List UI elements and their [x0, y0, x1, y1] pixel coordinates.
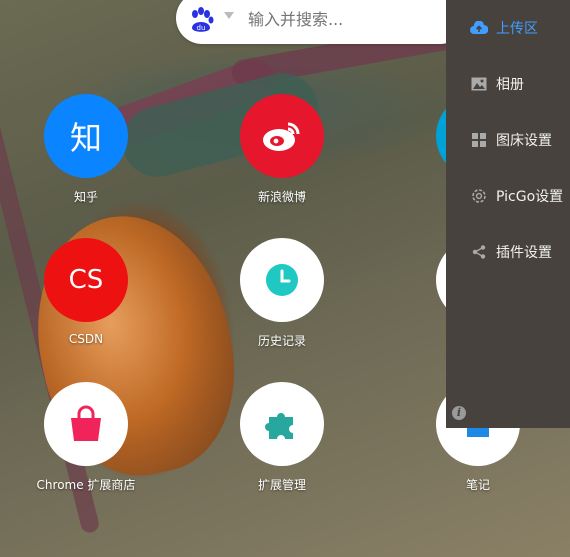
- cloud-upload-icon: [470, 19, 488, 37]
- tile-label: 新浪微博: [257, 190, 306, 204]
- menu-item-label: 图床设置: [496, 133, 552, 149]
- search-input[interactable]: [246, 6, 440, 32]
- tile-label: 历史记录: [257, 334, 306, 348]
- engine-dropdown-caret-icon[interactable]: [224, 12, 234, 19]
- picgo-menu: 上传区 相册 图床设置 PicGo设置 插件设置: [446, 0, 570, 428]
- menu-item-upload[interactable]: 上传区: [446, 0, 570, 56]
- grid-icon: [470, 131, 488, 149]
- shopping-bag-icon: [71, 405, 101, 441]
- search-bar[interactable]: du: [176, 0, 466, 44]
- svg-text:du: du: [197, 24, 206, 32]
- zhihu-glyph: 知: [69, 119, 102, 157]
- menu-item-label: 插件设置: [496, 245, 552, 261]
- chrome-store-icon[interactable]: [44, 382, 128, 466]
- menu-item-plugin-settings[interactable]: 插件设置: [446, 224, 570, 280]
- history-icon[interactable]: [240, 238, 324, 322]
- menu-item-image-host-settings[interactable]: 图床设置: [446, 112, 570, 168]
- tile-label: 知乎: [73, 190, 98, 204]
- tile-label: 扩展管理: [257, 478, 306, 492]
- shortcut-tile[interactable]: 历史记录: [207, 238, 357, 349]
- menu-item-label: 上传区: [496, 21, 538, 37]
- shortcut-tile[interactable]: 扩展管理: [207, 382, 357, 493]
- menu-item-label: 相册: [496, 77, 524, 93]
- tile-label: 笔记: [465, 478, 490, 492]
- baidu-paw-icon[interactable]: du: [188, 6, 216, 34]
- image-icon: [470, 75, 488, 93]
- tile-label: CSDN: [68, 332, 104, 346]
- shortcut-tile[interactable]: Chrome 扩展商店: [11, 382, 161, 493]
- zhihu-icon[interactable]: 知: [44, 94, 128, 178]
- tile-label: Chrome 扩展商店: [36, 478, 136, 492]
- shortcut-tile[interactable]: CS CSDN: [11, 238, 161, 346]
- gear-icon: [470, 187, 488, 205]
- csdn-glyph: CS: [68, 265, 104, 295]
- menu-item-album[interactable]: 相册: [446, 56, 570, 112]
- shortcut-tile[interactable]: 知 知乎: [11, 94, 161, 205]
- csdn-icon[interactable]: CS: [44, 238, 128, 322]
- menu-item-picgo-settings[interactable]: PicGo设置: [446, 168, 570, 224]
- shortcut-tile[interactable]: 新浪微博: [207, 94, 357, 205]
- weibo-logo-icon: [263, 122, 300, 151]
- clock-icon: [266, 264, 298, 296]
- menu-item-label: PicGo设置: [496, 189, 564, 205]
- puzzle-icon: [265, 413, 293, 439]
- extensions-icon[interactable]: [240, 382, 324, 466]
- weibo-icon[interactable]: [240, 94, 324, 178]
- share-icon: [470, 243, 488, 261]
- info-icon[interactable]: i: [452, 406, 466, 420]
